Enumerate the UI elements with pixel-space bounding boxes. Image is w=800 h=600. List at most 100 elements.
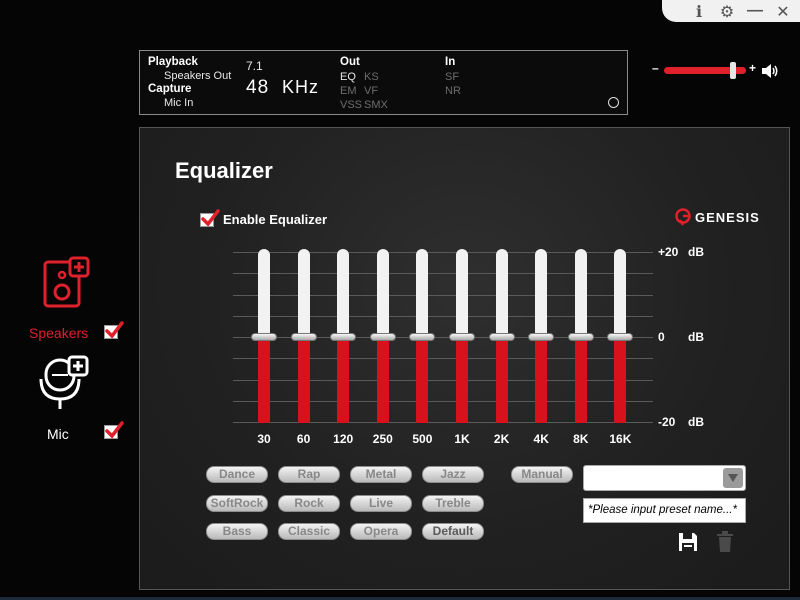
chevron-down-icon[interactable]: [723, 468, 743, 488]
eq-slider-track-lower[interactable]: [574, 337, 587, 423]
eq-slider-track-lower[interactable]: [614, 337, 627, 423]
eq-slider-knob[interactable]: [290, 333, 317, 341]
preset-button-rock[interactable]: Rock: [278, 495, 340, 512]
minimize-button[interactable]: —: [746, 2, 764, 20]
eq-slider-track-upper[interactable]: [337, 249, 350, 337]
eq-band-slider[interactable]: [488, 249, 515, 423]
save-icon[interactable]: [678, 532, 698, 552]
eq-slider-knob[interactable]: [528, 333, 555, 341]
eq-slider-knob[interactable]: [251, 333, 277, 341]
db-unit-bottom: dB: [688, 415, 704, 429]
eq-frequency-label: 1K: [454, 432, 470, 446]
preset-name-input[interactable]: *Please input preset name...*: [583, 498, 746, 523]
eq-frequency-label: 500: [412, 432, 433, 446]
eq-band-slider[interactable]: [409, 249, 436, 423]
eq-frequency-label: 8K: [573, 432, 589, 446]
settings-gear-icon[interactable]: ⚙: [718, 2, 736, 21]
eq-slider-track-upper[interactable]: [535, 249, 548, 337]
eq-grid-line: [233, 400, 653, 402]
eq-slider-knob[interactable]: [409, 333, 436, 341]
eq-grid-line: [233, 273, 653, 275]
eq-band-slider[interactable]: [528, 249, 555, 423]
brand-logo: GENESIS: [674, 208, 760, 226]
preset-button-live[interactable]: Live: [350, 495, 412, 512]
eq-slider-track-lower[interactable]: [376, 337, 389, 423]
eq-slider-knob[interactable]: [607, 333, 634, 341]
mic-device[interactable]: [36, 355, 92, 416]
eq-slider-track-upper[interactable]: [456, 249, 468, 337]
eq-slider-knob[interactable]: [330, 333, 357, 341]
mic-label[interactable]: Mic: [47, 426, 69, 442]
enable-equalizer-checkbox[interactable]: [200, 209, 220, 227]
eq-slider-track-upper[interactable]: [258, 249, 270, 337]
eq-slider-track-upper[interactable]: [495, 249, 508, 337]
sample-rate-unit: KHz: [282, 77, 320, 97]
app-window: i ⚙ — ✕ Playback Speakers Out Capture Mi…: [0, 0, 800, 600]
eq-slider-knob[interactable]: [449, 333, 475, 341]
checkmark-icon: [105, 321, 124, 339]
enable-equalizer-label[interactable]: Enable Equalizer: [223, 212, 327, 227]
capture-title: Capture: [148, 83, 192, 95]
eq-slider-track-upper[interactable]: [376, 249, 389, 337]
eq-slider-track-lower[interactable]: [416, 337, 429, 423]
speaker-volume-icon[interactable]: [760, 62, 780, 80]
info-icon[interactable]: i: [690, 2, 708, 21]
preset-button-dance[interactable]: Dance: [206, 466, 268, 483]
eq-grid-line: [233, 252, 653, 253]
preset-dropdown[interactable]: [583, 465, 746, 491]
preset-button-treble[interactable]: Treble: [422, 495, 484, 512]
eq-slider-track-upper[interactable]: [297, 249, 310, 337]
eq-band-slider[interactable]: [449, 249, 475, 423]
speakers-label[interactable]: Speakers: [29, 325, 88, 341]
eq-slider-track-lower[interactable]: [258, 337, 270, 423]
speakers-device[interactable]: [40, 256, 92, 317]
db-unit-mid: dB: [688, 330, 704, 344]
eq-band-slider[interactable]: [567, 249, 594, 423]
eq-slider-track-upper[interactable]: [416, 249, 429, 337]
eq-frequency-label: 60: [296, 432, 311, 446]
out-ks: KS: [364, 71, 379, 83]
eq-frequency-label: 30: [257, 432, 271, 446]
eq-slider-knob[interactable]: [488, 333, 515, 341]
page-title: Equalizer: [175, 158, 273, 183]
preset-button-opera[interactable]: Opera: [350, 523, 412, 540]
preset-button-softrock[interactable]: SoftRock: [206, 495, 268, 512]
eq-band-slider[interactable]: [290, 249, 317, 423]
close-button[interactable]: ✕: [774, 2, 792, 21]
playback-title: Playback: [148, 56, 198, 68]
eq-grid-line: [233, 358, 653, 360]
eq-frequency-label: 16K: [609, 432, 632, 446]
eq-slider-track-lower[interactable]: [337, 337, 350, 423]
delete-icon[interactable]: [715, 531, 735, 553]
manual-preset-button[interactable]: Manual: [511, 466, 573, 483]
eq-band-slider[interactable]: [369, 249, 396, 423]
eq-band-slider[interactable]: [251, 249, 277, 423]
eq-slider-track-lower[interactable]: [535, 337, 548, 423]
mic-checkbox[interactable]: [104, 421, 124, 439]
eq-slider-knob[interactable]: [567, 333, 594, 341]
brand-name: GENESIS: [695, 209, 760, 225]
in-nr: NR: [445, 85, 461, 97]
eq-slider-knob[interactable]: [369, 333, 396, 341]
eq-band-slider[interactable]: [330, 249, 357, 423]
eq-slider-track-lower[interactable]: [297, 337, 310, 423]
volume-minus: –: [652, 61, 659, 75]
preset-button-metal[interactable]: Metal: [350, 466, 412, 483]
eq-frequency-label: 4K: [533, 432, 549, 446]
volume-slider-thumb[interactable]: [730, 62, 736, 79]
eq-slider-track-lower[interactable]: [456, 337, 468, 423]
preset-button-jazz[interactable]: Jazz: [422, 466, 484, 483]
preset-button-bass[interactable]: Bass: [206, 523, 268, 540]
master-volume: – +: [650, 60, 780, 82]
preset-button-rap[interactable]: Rap: [278, 466, 340, 483]
preset-button-default[interactable]: Default: [422, 523, 484, 540]
eq-band-slider[interactable]: [607, 249, 634, 423]
speakers-checkbox[interactable]: [104, 321, 124, 339]
refresh-icon[interactable]: [608, 97, 619, 108]
preset-button-classic[interactable]: Classic: [278, 523, 340, 540]
equalizer-panel: Equalizer Enable Equalizer GENESIS +20 d…: [139, 127, 790, 590]
eq-slider-track-upper[interactable]: [574, 249, 587, 337]
eq-slider-track-upper[interactable]: [614, 249, 627, 337]
microphone-plus-icon: [39, 355, 89, 409]
eq-slider-track-lower[interactable]: [495, 337, 508, 423]
